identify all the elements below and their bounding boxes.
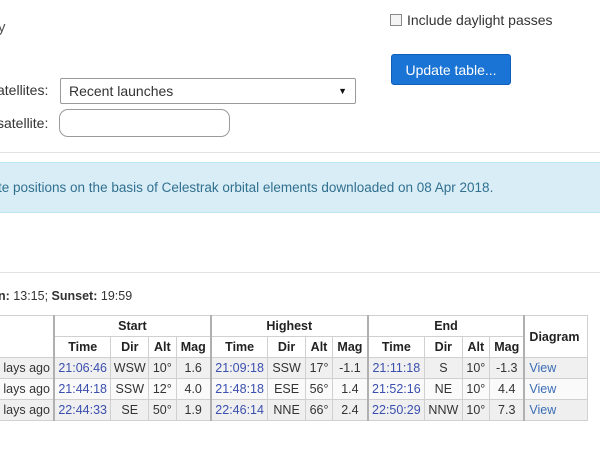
end-mag: -1.3 — [489, 357, 525, 379]
col-mag: Mag — [332, 336, 369, 358]
end-dir: NNW — [424, 399, 463, 421]
start-mag: 1.6 — [175, 357, 212, 379]
info-banner: te positions on the basis of Celestrak o… — [0, 162, 600, 213]
end-mag: 4.4 — [489, 378, 525, 400]
pass-date: lays ago — [0, 378, 55, 400]
start-mag: 1.9 — [175, 399, 212, 421]
col-dir: Dir — [110, 336, 150, 358]
start-time-link[interactable]: 22:44:33 — [52, 399, 112, 421]
view-diagram-link[interactable]: View — [523, 399, 589, 421]
col-alt: Alt — [148, 336, 177, 358]
end-dir: NE — [424, 378, 463, 400]
pass-date: lays ago — [0, 399, 55, 421]
col-alt: Alt — [461, 336, 491, 358]
diagram-header: Diagram — [523, 315, 589, 358]
table-row: lays ago 22:44:33 SE 50° 1.9 22:46:14 NN… — [0, 399, 589, 421]
highest-alt: 17° — [304, 357, 334, 379]
end-mag: 7.3 — [489, 399, 525, 421]
pass-date: lays ago — [0, 357, 55, 379]
table-row: lays ago 21:44:18 SSW 12° 4.0 21:48:18 E… — [0, 378, 589, 400]
col-mag: Mag — [489, 336, 525, 358]
highest-dir: SSW — [267, 357, 306, 379]
col-dir: Dir — [424, 336, 463, 358]
col-mag: Mag — [175, 336, 212, 358]
sun-times: n: 13:15; Sunset: 19:59 — [0, 289, 132, 303]
satellite-label: satellite: — [0, 115, 49, 131]
end-alt: 10° — [461, 378, 491, 400]
highest-group-header: Highest — [209, 315, 369, 337]
date-header — [0, 315, 55, 358]
divider — [0, 152, 600, 153]
start-mag: 4.0 — [175, 378, 212, 400]
end-alt: 10° — [461, 399, 491, 421]
satellites-select[interactable]: Recent launches ▼ — [60, 78, 356, 104]
highest-dir: ESE — [267, 378, 306, 400]
end-dir: S — [424, 357, 463, 379]
start-time-link[interactable]: 21:06:46 — [52, 357, 112, 379]
daylight-label: Include daylight passes — [407, 12, 553, 28]
col-time: Time — [209, 336, 269, 358]
end-time-link[interactable]: 22:50:29 — [366, 399, 426, 421]
highest-time-link[interactable]: 21:09:18 — [209, 357, 269, 379]
sunrise-time: 13:15; — [13, 289, 49, 303]
update-table-button[interactable]: Update table... — [391, 54, 511, 85]
heading-fragment: y — [0, 19, 6, 36]
table-group-header: Start Highest End Diagram — [0, 315, 589, 358]
highest-dir: NNE — [267, 399, 306, 421]
highest-mag: -1.1 — [332, 357, 369, 379]
col-alt: Alt — [304, 336, 334, 358]
start-time-link[interactable]: 21:44:18 — [52, 378, 112, 400]
highest-alt: 66° — [304, 399, 334, 421]
info-banner-text: te positions on the basis of Celestrak o… — [0, 180, 494, 195]
table-column-header: Time Dir Alt Mag Time Dir Alt Mag Time D… — [0, 336, 588, 358]
end-group-header: End — [366, 315, 525, 337]
view-diagram-link[interactable]: View — [523, 378, 589, 400]
highest-mag: 2.4 — [332, 399, 369, 421]
end-alt: 10° — [461, 357, 491, 379]
divider — [0, 272, 600, 273]
start-alt: 12° — [148, 378, 177, 400]
view-diagram-link[interactable]: View — [523, 357, 589, 379]
start-alt: 50° — [148, 399, 177, 421]
sunrise-label: n: — [0, 289, 10, 303]
passes-table: Start Highest End Diagram Time Dir Alt M… — [0, 315, 589, 421]
start-dir: WSW — [110, 357, 150, 379]
dropdown-arrow-icon: ▼ — [338, 86, 347, 96]
start-dir: SSW — [110, 378, 150, 400]
daylight-checkbox[interactable] — [390, 14, 402, 26]
sunset-time: 19:59 — [100, 289, 133, 303]
col-time: Time — [52, 336, 112, 358]
end-time-link[interactable]: 21:11:18 — [366, 357, 426, 379]
sunset-label: Sunset: — [51, 289, 98, 303]
end-time-link[interactable]: 21:52:16 — [366, 378, 426, 400]
daylight-option[interactable]: Include daylight passes — [390, 12, 553, 28]
col-time: Time — [366, 336, 426, 358]
satellites-label: atellites: — [0, 82, 49, 98]
satellite-input[interactable] — [59, 109, 230, 137]
start-dir: SE — [110, 399, 150, 421]
satellites-select-value: Recent launches — [69, 83, 174, 99]
start-alt: 10° — [148, 357, 177, 379]
start-group-header: Start — [52, 315, 212, 337]
table-row: lays ago 21:06:46 WSW 10° 1.6 21:09:18 S… — [0, 357, 589, 379]
highest-time-link[interactable]: 21:48:18 — [209, 378, 269, 400]
highest-mag: 1.4 — [332, 378, 369, 400]
highest-alt: 56° — [304, 378, 334, 400]
highest-time-link[interactable]: 22:46:14 — [209, 399, 269, 421]
col-dir: Dir — [267, 336, 306, 358]
